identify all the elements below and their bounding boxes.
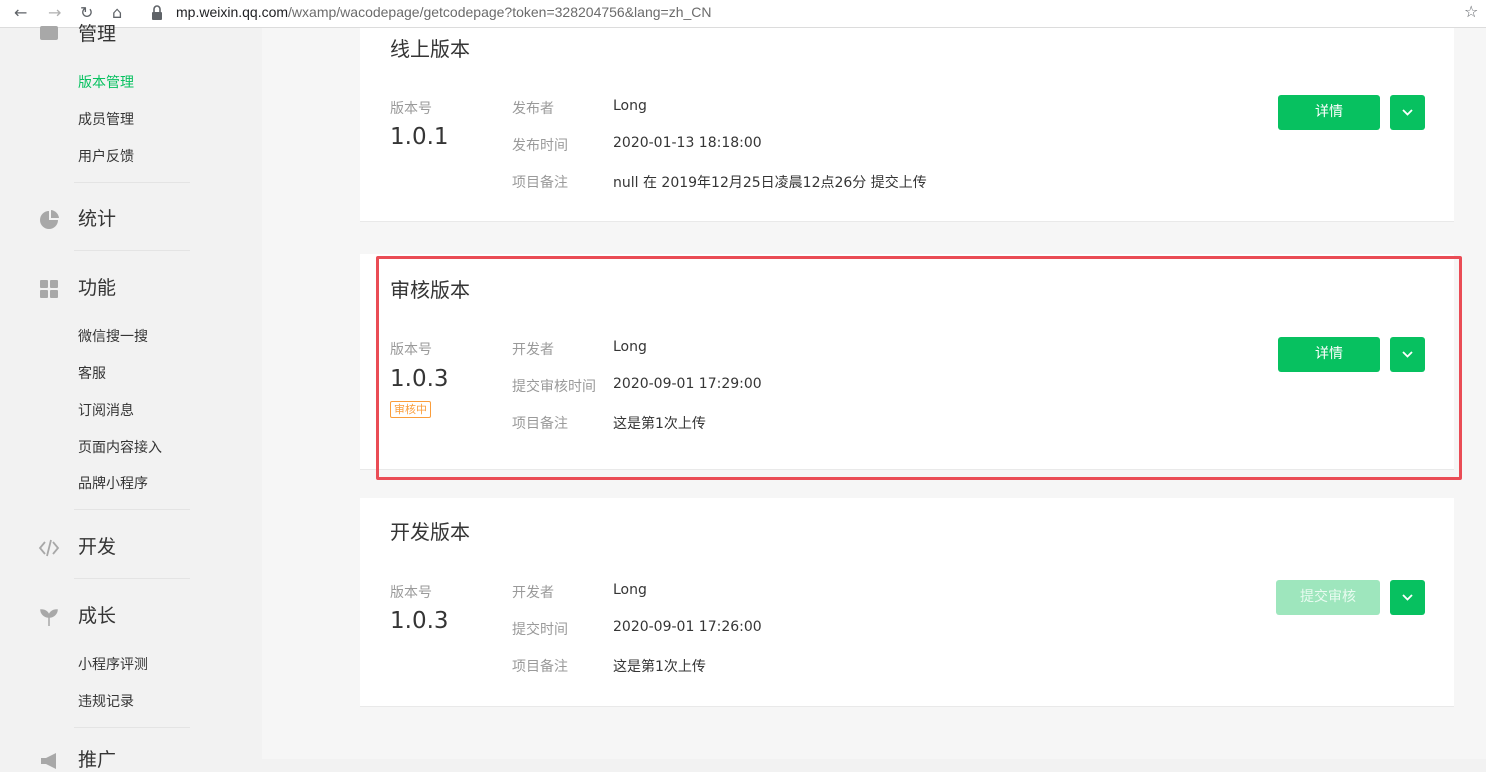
bookmark-star-icon[interactable]: ☆ [1464, 2, 1478, 21]
meta-value: 这是第1次上传 [613, 659, 706, 675]
meta-value: Long [613, 98, 647, 114]
status-badge: 审核中 [390, 401, 431, 418]
sidebar-group-label: 成长 [78, 605, 117, 627]
manage-icon [40, 26, 58, 40]
more-dropdown-button[interactable] [1390, 95, 1425, 130]
sidebar-item-user-feedback[interactable]: 用户反馈 [78, 148, 134, 166]
sidebar-item-version-manage[interactable]: 版本管理 [78, 74, 134, 92]
home-icon[interactable]: ⌂ [112, 3, 122, 23]
sidebar-group-label: 管理 [78, 23, 117, 45]
forward-icon[interactable]: → [48, 3, 61, 23]
pie-chart-icon [40, 210, 59, 229]
reload-icon[interactable]: ↻ [80, 3, 93, 23]
meta-key: 开发者 [512, 342, 554, 358]
lock-icon [152, 5, 162, 20]
sidebar-item-customer-service[interactable]: 客服 [78, 365, 106, 383]
code-icon [38, 539, 60, 557]
sidebar-group-label: 推广 [78, 749, 117, 771]
chevron-down-icon [1402, 351, 1413, 358]
meta-key: 提交时间 [512, 622, 568, 638]
review-version-card: 审核版本 版本号 1.0.3 审核中 开发者 Long 提交审核时间 2020-… [360, 254, 1454, 470]
sidebar-divider [74, 727, 190, 728]
card-title: 审核版本 [390, 278, 470, 302]
more-dropdown-button[interactable] [1390, 580, 1425, 615]
meta-value: 2020-09-01 17:29:00 [613, 376, 762, 392]
version-number: 1.0.3 [390, 608, 449, 634]
grid-icon [40, 280, 58, 298]
meta-value: Long [613, 339, 647, 355]
meta-key: 发布者 [512, 101, 554, 117]
sidebar-item-brand-miniprogram[interactable]: 品牌小程序 [78, 475, 148, 493]
meta-value: Long [613, 582, 647, 598]
meta-key: 项目备注 [512, 175, 568, 191]
sidebar-divider [74, 509, 190, 510]
version-number: 1.0.3 [390, 366, 449, 392]
details-button[interactable]: 详情 [1278, 337, 1380, 372]
sidebar-item-violations[interactable]: 违规记录 [78, 693, 134, 711]
chevron-down-icon [1402, 594, 1413, 601]
sidebar-divider [74, 250, 190, 251]
sidebar-divider [74, 578, 190, 579]
online-version-card: 线上版本 版本号 1.0.1 发布者 Long 发布时间 2020-01-13 … [360, 28, 1454, 222]
meta-value: 这是第1次上传 [613, 416, 706, 432]
version-number: 1.0.1 [390, 124, 449, 150]
version-label: 版本号 [390, 101, 432, 117]
sidebar-item-member-manage[interactable]: 成员管理 [78, 111, 134, 129]
meta-key: 开发者 [512, 585, 554, 601]
sidebar-item-wechat-search[interactable]: 微信搜一搜 [78, 328, 148, 346]
chevron-down-icon [1402, 109, 1413, 116]
meta-key: 项目备注 [512, 416, 568, 432]
megaphone-icon [41, 753, 56, 769]
meta-value: 2020-01-13 18:18:00 [613, 135, 762, 151]
meta-value: null 在 2019年12月25日凌晨12点26分 提交上传 [613, 175, 927, 191]
dev-version-card: 开发版本 版本号 1.0.3 开发者 Long 提交时间 2020-09-01 … [360, 498, 1454, 707]
meta-key: 项目备注 [512, 659, 568, 675]
sidebar-group-label: 统计 [78, 208, 117, 230]
version-label: 版本号 [390, 342, 432, 358]
meta-key: 发布时间 [512, 138, 568, 154]
submit-review-button[interactable]: 提交审核 [1276, 580, 1380, 615]
sidebar-item-subscribe-message[interactable]: 订阅消息 [78, 402, 134, 420]
meta-value: 2020-09-01 17:26:00 [613, 619, 762, 635]
sidebar-item-evaluation[interactable]: 小程序评测 [78, 656, 148, 674]
sprout-icon [40, 609, 58, 626]
main-content: 线上版本 版本号 1.0.1 发布者 Long 发布时间 2020-01-13 … [262, 28, 1486, 759]
url-host: mp.weixin.qq.com [176, 4, 289, 20]
back-icon[interactable]: ← [14, 3, 27, 23]
sidebar-group-label: 功能 [78, 277, 117, 299]
sidebar-group-label: 开发 [78, 536, 117, 558]
card-title: 开发版本 [390, 520, 470, 544]
sidebar: 管理 版本管理 成员管理 用户反馈 统计 功能 微信搜一搜 客服 订阅消息 页面… [0, 23, 262, 771]
sidebar-item-page-content[interactable]: 页面内容接入 [78, 439, 162, 457]
address-bar[interactable]: mp.weixin.qq.com/wxamp/wacodepage/getcod… [176, 4, 712, 20]
more-dropdown-button[interactable] [1390, 337, 1425, 372]
url-path: /wxamp/wacodepage/getcodepage?token=3282… [288, 4, 712, 20]
version-label: 版本号 [390, 585, 432, 601]
browser-toolbar: ← → ↻ ⌂ mp.weixin.qq.com/wxamp/wacodepag… [0, 0, 1486, 28]
meta-key: 提交审核时间 [512, 379, 596, 395]
card-title: 线上版本 [390, 37, 470, 61]
sidebar-divider [74, 182, 190, 183]
details-button[interactable]: 详情 [1278, 95, 1380, 130]
